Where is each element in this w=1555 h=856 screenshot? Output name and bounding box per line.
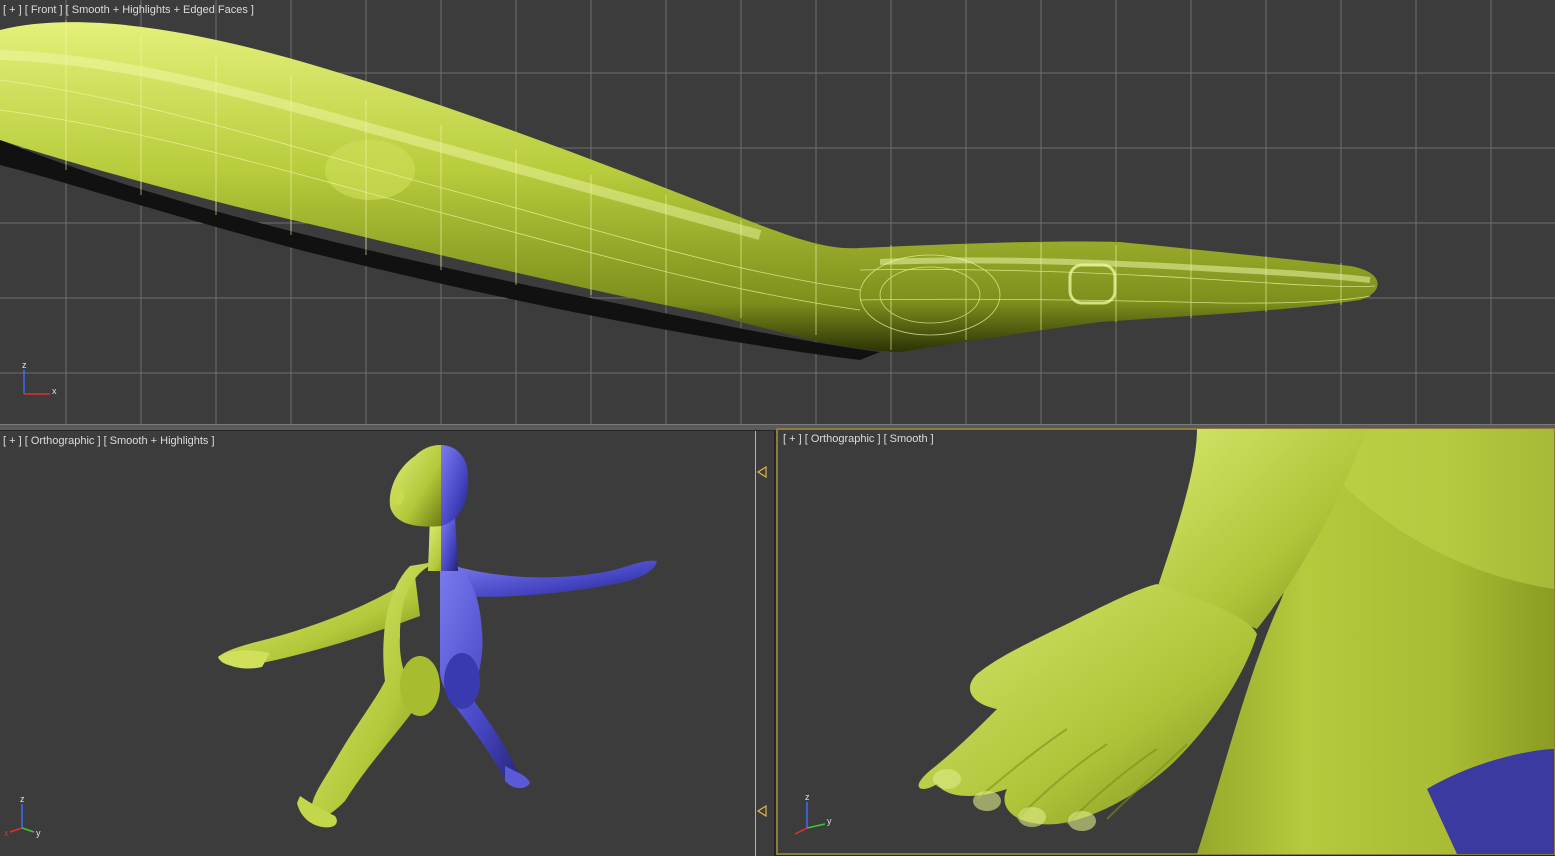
viewport-label-ortho-left[interactable]: [ + ] [ Orthographic ] [ Smooth + Highli… xyxy=(3,435,215,447)
svg-text:x: x xyxy=(4,828,9,838)
range-marker-bottom-icon[interactable] xyxy=(757,805,767,817)
viewport-label-ortho-right[interactable]: [ + ] [ Orthographic ] [ Smooth ] xyxy=(783,433,934,445)
svg-text:z: z xyxy=(805,792,810,802)
axis-gizmo-front: z x xyxy=(22,360,57,396)
svg-text:y: y xyxy=(827,816,832,826)
svg-text:y: y xyxy=(36,828,41,838)
hand-closeup-mesh[interactable] xyxy=(777,429,1554,854)
viewport-ortho-right[interactable]: [ + ] [ Orthographic ] [ Smooth ] z y xyxy=(776,428,1555,855)
time-slider-line[interactable] xyxy=(755,431,756,856)
arm-mesh[interactable] xyxy=(0,0,1555,424)
axis-gizmo-ortho-right: z y xyxy=(794,792,832,835)
range-marker-top-icon[interactable] xyxy=(757,466,767,478)
svg-text:z: z xyxy=(20,794,25,804)
viewport-ortho-left[interactable]: [ + ] [ Orthographic ] [ Smooth + Highli… xyxy=(0,431,774,856)
viewport-label-front[interactable]: [ + ] [ Front ] [ Smooth + Highlights + … xyxy=(3,4,254,16)
svg-text:x: x xyxy=(52,386,57,396)
character-mesh[interactable] xyxy=(0,431,774,856)
axis-gizmo-ortho-left: z y x xyxy=(4,794,41,838)
svg-text:z: z xyxy=(22,360,27,370)
viewport-front[interactable]: [ + ] [ Front ] [ Smooth + Highlights + … xyxy=(0,0,1555,424)
app-root: [ + ] [ Front ] [ Smooth + Highlights + … xyxy=(0,0,1555,856)
